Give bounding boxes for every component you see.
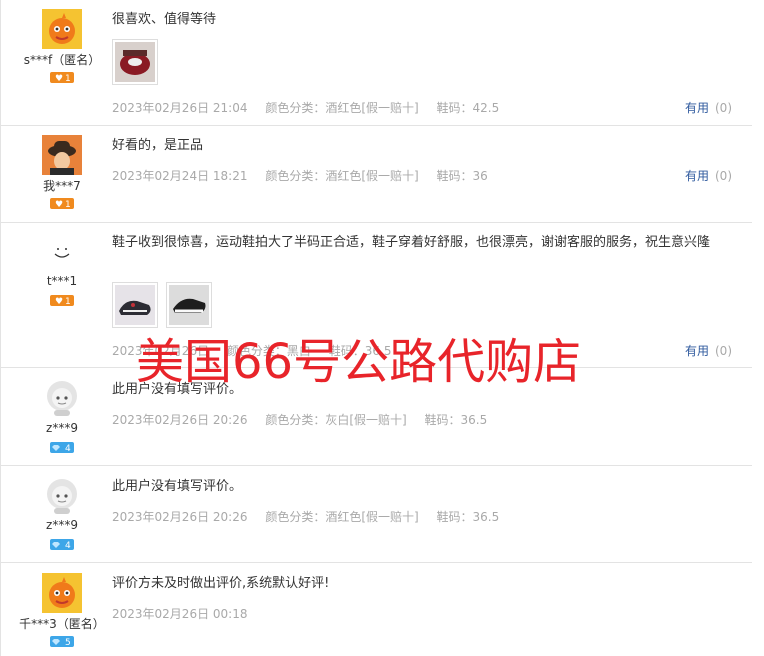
username[interactable]: z***9 <box>0 421 124 435</box>
avatar[interactable] <box>42 378 82 418</box>
useful-button[interactable]: 有用 (0) <box>685 167 732 184</box>
review-text: 很喜欢、值得等待 <box>112 12 217 27</box>
review-size: 鞋码：36.5 <box>424 413 488 427</box>
user-level-badge: 5 <box>50 636 74 648</box>
review-size: 鞋码：36.5 <box>436 510 500 524</box>
review-meta: 2023年02月26日 20:26 颜色分类：酒红色[假一赔十] 鞋码：36.5 <box>112 508 513 525</box>
user-level-badge: ♥ 1 <box>50 198 74 210</box>
review-size: 鞋码：42.5 <box>436 101 500 115</box>
shoe-photo-icon <box>115 42 155 82</box>
review-text: 鞋子收到很惊喜，运动鞋拍大了半码正合适，鞋子穿着好舒服，也很漂亮，谢谢客服的服务… <box>112 235 711 250</box>
useful-count: (0) <box>715 169 732 183</box>
review-text: 好看的，是正品 <box>112 138 204 153</box>
svg-text:4: 4 <box>65 541 71 550</box>
review-photo[interactable] <box>166 282 212 328</box>
review-size: 鞋码：36.5 <box>328 344 392 358</box>
review-photo[interactable] <box>112 39 158 85</box>
username[interactable]: 千***3（匿名） <box>0 615 124 632</box>
shoe-photo-icon <box>169 285 209 325</box>
useful-count: (0) <box>715 101 732 115</box>
review-spec: 颜色分类：酒红色[假一赔十] <box>265 101 419 115</box>
review-item: 千***3（匿名） 5 评价方未及时做出评价,系统默认好评! 2023年02月2… <box>0 563 752 656</box>
useful-label[interactable]: 有用 <box>685 344 709 358</box>
username[interactable]: s***f（匿名） <box>0 51 124 68</box>
level-heart-icon: ♥ 1 <box>50 72 74 84</box>
review-date: 2023年02月26日 20:26 <box>112 413 248 427</box>
level-diamond-icon: 4 <box>50 539 74 551</box>
review-text: 评价方未及时做出评价,系统默认好评! <box>112 576 330 591</box>
orange-cartoon-icon <box>42 9 82 49</box>
svg-text:♥: ♥ <box>55 297 63 306</box>
svg-text:5: 5 <box>65 638 71 647</box>
smiley-icon <box>42 232 82 272</box>
review-meta: 2023年02月26日 21:04 颜色分类：酒红色[假一赔十] 鞋码：42.5 <box>112 99 513 116</box>
avatar[interactable] <box>42 573 82 613</box>
review-size: 鞋码：36 <box>436 169 488 183</box>
svg-text:♥: ♥ <box>55 74 63 83</box>
review-spec: 颜色分类：酒红色[假一赔十] <box>265 169 419 183</box>
review-meta: 2023年02月24日 18:21 颜色分类：酒红色[假一赔十] 鞋码：36 <box>112 167 502 184</box>
review-date: 2023年02月26日 00:18 <box>112 607 248 621</box>
review-date: 2023年02月26日 <box>112 344 210 358</box>
avatar[interactable] <box>42 135 82 175</box>
useful-label[interactable]: 有用 <box>685 169 709 183</box>
review-item: t***1 ♥ 1 鞋子收到很惊喜，运动鞋拍大了半码正合适，鞋子穿着好舒服，也很… <box>0 223 752 368</box>
useful-button[interactable]: 有用 (0) <box>685 99 732 116</box>
review-spec: 颜色分类：酒红色[假一赔十] <box>265 510 419 524</box>
review-date: 2023年02月24日 18:21 <box>112 169 248 183</box>
review-meta: 2023年02月26日 20:26 颜色分类：灰白[假一赔十] 鞋码：36.5 <box>112 411 501 428</box>
orange-cartoon-icon <box>42 573 82 613</box>
default-user-icon <box>42 378 82 418</box>
avatar[interactable] <box>42 232 82 272</box>
svg-text:1: 1 <box>65 297 71 306</box>
default-user-icon <box>42 476 82 516</box>
svg-text:1: 1 <box>65 74 71 83</box>
useful-count: (0) <box>715 344 732 358</box>
user-level-badge: ♥ 1 <box>50 72 74 84</box>
useful-label[interactable]: 有用 <box>685 101 709 115</box>
level-heart-icon: ♥ 1 <box>50 198 74 210</box>
bucket-hat-icon <box>42 135 82 175</box>
review-item: z***9 4 此用户没有填写评价。 2023年02月26日 20:26 颜色分… <box>0 466 752 563</box>
review-text: 此用户没有填写评价。 <box>112 479 243 494</box>
user-level-badge: 4 <box>50 442 74 454</box>
review-date: 2023年02月26日 20:26 <box>112 510 248 524</box>
level-diamond-icon: 4 <box>50 442 74 454</box>
review-item: 我***7 ♥ 1 好看的，是正品 2023年02月24日 18:21 颜色分类… <box>0 126 752 223</box>
review-date: 2023年02月26日 21:04 <box>112 101 248 115</box>
level-diamond-icon: 5 <box>50 636 74 648</box>
username[interactable]: z***9 <box>0 518 124 532</box>
review-spec: 颜色分类：黑白 <box>226 344 311 358</box>
useful-button[interactable]: 有用 (0) <box>685 342 732 359</box>
svg-text:♥: ♥ <box>55 200 63 209</box>
review-item: s***f（匿名） ♥ 1 很喜欢、值得等待 2023年02月26日 21:04… <box>0 0 752 126</box>
level-heart-icon: ♥ 1 <box>50 295 74 307</box>
avatar[interactable] <box>42 9 82 49</box>
avatar[interactable] <box>42 476 82 516</box>
review-photo[interactable] <box>112 282 158 328</box>
review-meta: 2023年02月26日 00:18 <box>112 605 261 622</box>
shoe-photo-icon <box>115 285 155 325</box>
svg-text:1: 1 <box>65 200 71 209</box>
review-item: z***9 4 此用户没有填写评价。 2023年02月26日 20:26 颜色分… <box>0 368 752 466</box>
user-level-badge: ♥ 1 <box>50 295 74 307</box>
svg-text:4: 4 <box>65 444 71 453</box>
review-spec: 颜色分类：灰白[假一赔十] <box>265 413 407 427</box>
user-level-badge: 4 <box>50 539 74 551</box>
username[interactable]: 我***7 <box>0 177 124 194</box>
review-text: 此用户没有填写评价。 <box>112 382 243 397</box>
username[interactable]: t***1 <box>0 274 124 288</box>
review-meta: 2023年02月26日 颜色分类：黑白 鞋码：36.5 <box>112 342 406 359</box>
